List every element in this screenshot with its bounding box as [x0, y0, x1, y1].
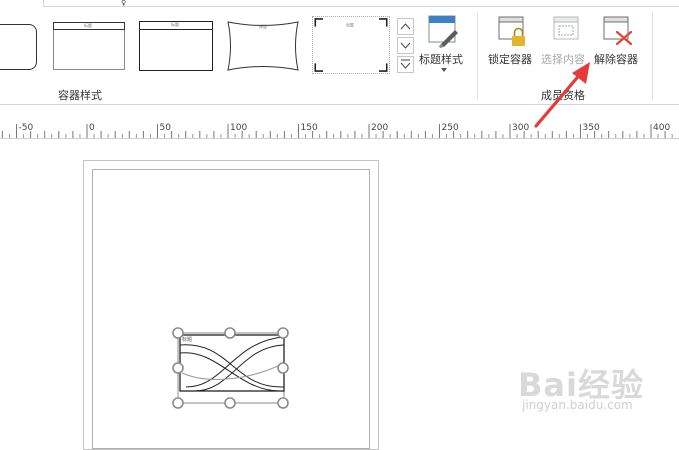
dropdown-arrow-icon: [441, 68, 447, 72]
annotation-arrow-icon: [534, 62, 590, 128]
group-separator: [652, 12, 653, 100]
title-style-icon: [428, 15, 458, 48]
container-caption: 标题: [182, 336, 192, 343]
thumb-caption: 标题: [171, 22, 179, 27]
lock-container-icon: [498, 16, 525, 46]
ruler-label: 200: [371, 123, 388, 133]
thumb-caption: 标题: [84, 23, 92, 28]
container-style-corners[interactable]: 标题: [312, 16, 390, 74]
active-tab[interactable]: [0, 0, 44, 7]
disband-container-icon: [603, 16, 633, 46]
disband-container-button[interactable]: 解除容器: [593, 14, 645, 68]
selected-container[interactable]: 标题: [170, 325, 292, 411]
gallery-scroll-down-button[interactable]: [397, 37, 414, 54]
ruler-label: 400: [653, 123, 670, 133]
disband-container-label: 解除容器: [594, 53, 638, 66]
lock-container-label: 锁定容器: [488, 53, 532, 66]
select-contents-icon: [553, 16, 579, 40]
container-style-titlebar-dark[interactable]: 标题: [139, 21, 213, 71]
chevron-up-icon: [400, 23, 411, 30]
more-icon: [400, 59, 411, 69]
ruler-label: 0: [89, 123, 95, 133]
thumb-caption: 标题: [346, 23, 354, 28]
title-style-button[interactable]: 标题样式: [416, 14, 470, 80]
container-style-titlebar-light[interactable]: 标题: [53, 22, 125, 70]
ruler-label: 50: [160, 123, 172, 133]
container-styles-group-label: 容器样式: [58, 89, 102, 102]
chevron-down-icon: [400, 42, 411, 49]
container-style-rounded[interactable]: [0, 24, 37, 70]
ruler-label: 300: [512, 123, 529, 133]
group-separator: [477, 12, 478, 100]
ruler-label: -50: [19, 123, 34, 133]
ruler-label: 150: [301, 123, 318, 133]
ruler-label: 250: [442, 123, 459, 133]
container-style-curved[interactable]: 标题: [224, 20, 302, 72]
tab-strip-border: [0, 6, 679, 7]
thumb-caption: 标题: [259, 23, 267, 29]
ruler-label: 100: [230, 123, 247, 133]
gallery-more-button[interactable]: [397, 56, 414, 73]
tab-icon: ♀: [121, 0, 127, 7]
watermark-url: jingyan.baidu.com: [522, 398, 633, 412]
gallery-scroll-up-button[interactable]: [397, 18, 414, 35]
title-style-label: 标题样式: [419, 53, 463, 66]
